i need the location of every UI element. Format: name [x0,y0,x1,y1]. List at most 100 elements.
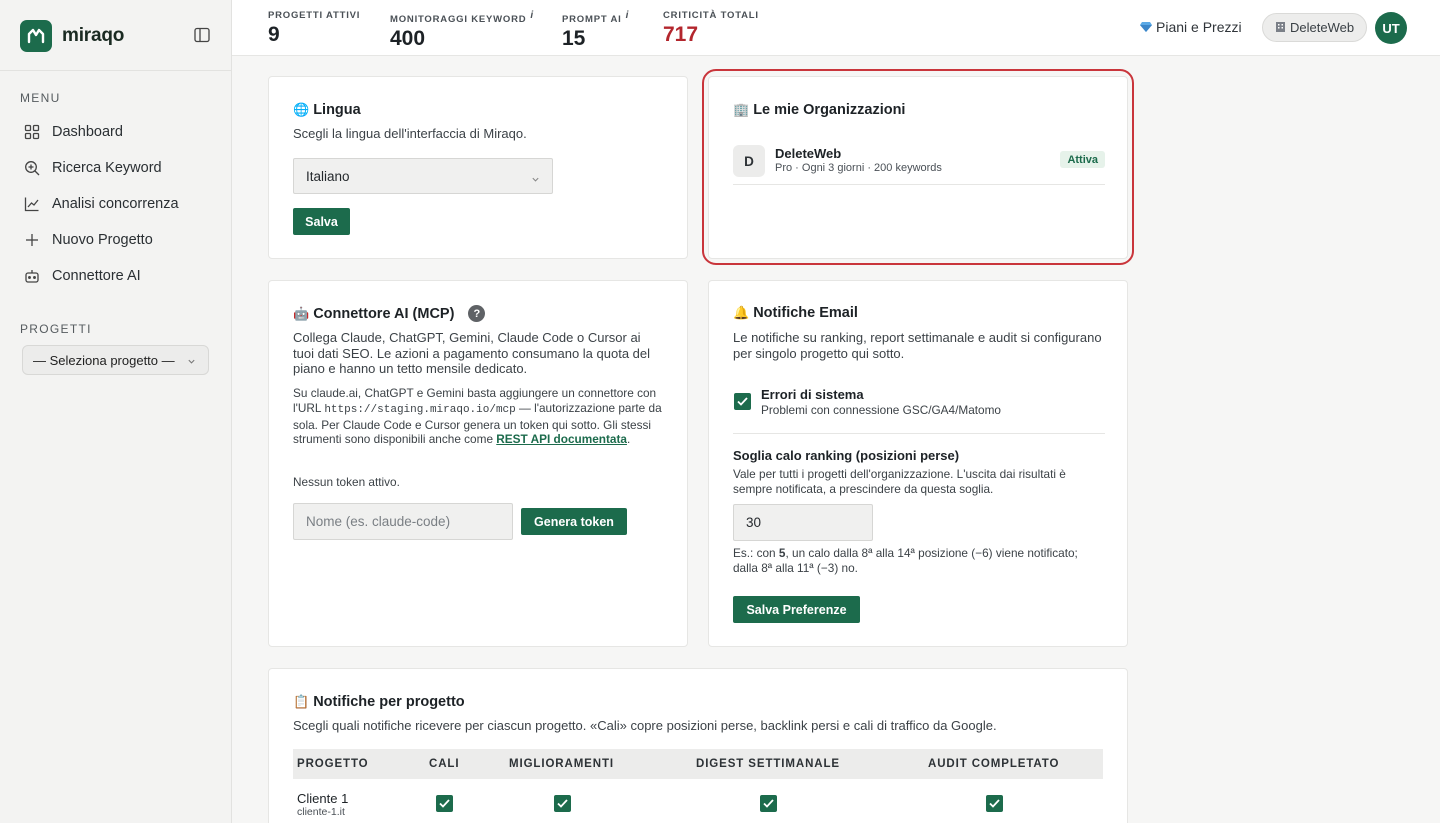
stat-value: 15 [562,27,586,51]
column-header: DIGEST SETTIMANALE [696,758,840,770]
org-avatar: D [733,145,765,177]
search-plus-icon [24,160,40,176]
sidebar-item-ricerca-keyword[interactable]: Ricerca Keyword [12,150,220,186]
table-row: Cliente 1 cliente-1.it [293,779,1103,823]
status-badge: Attiva [1060,151,1105,168]
stat-label: PROMPT AI i [562,10,630,26]
email-notifications-card: 🔔 Notifiche Email Le notifiche su rankin… [708,280,1128,647]
chevron-down-icon [531,172,540,187]
mcp-card-note: Su claude.ai, ChatGPT e Gemini basta agg… [293,386,662,447]
stat-label: MONITORAGGI KEYWORD i [390,10,535,26]
system-errors-title: Errori di sistema [761,387,864,402]
project-notifications-card: 📋 Notifiche per progetto Scegli quali no… [268,668,1128,823]
chevron-down-icon [187,354,196,369]
org-meta: Pro · Ogni 3 giorni · 200 keywords [775,162,942,174]
org-name: DeleteWeb [775,146,842,161]
digest-checkbox[interactable] [760,795,777,812]
project-name: Cliente 1 [297,791,349,806]
stat-total-issues: CRITICITÀ TOTALI 717 [663,10,759,47]
no-token-text: Nessun token attivo. [293,475,400,489]
top-bar: PROGETTI ATTIVI 9 MONITORAGGI KEYWORD i 4… [232,0,1440,56]
sidebar-item-analisi-concorrenza[interactable]: Analisi concorrenza [12,186,220,222]
brand-name: miraqo [62,25,125,46]
stat-value: 717 [663,23,699,46]
sidebar-item-label: Analisi concorrenza [52,196,179,212]
save-preferences-button[interactable]: Salva Preferenze [733,596,860,623]
organizations-card-title: 🏢 Le mie Organizzazioni [733,102,906,118]
sidebar-item-connettore-ai[interactable]: Connettore AI [12,258,220,294]
cali-checkbox[interactable] [436,795,453,812]
save-language-button[interactable]: Salva [293,208,350,235]
language-card: 🌐 Lingua Scegli la lingua dell'interfacc… [268,76,688,259]
clipboard-icon: 📋 [293,694,310,709]
check-icon [737,397,748,406]
table-header: PROGETTO CALI MIGLIORAMENTI DIGEST SETTI… [293,749,1103,779]
grid-icon [24,124,40,140]
stat-value: 9 [268,23,280,46]
threshold-desc: Vale per tutti i progetti dell'organizza… [733,467,1066,496]
stat-ai-prompts: PROMPT AI i 15 [562,10,629,51]
sidebar: miraqo MENU Dashboard Ricerca Keyword An… [0,0,232,823]
check-icon [557,799,568,808]
sidebar-toggle-icon[interactable] [193,26,211,44]
org-switcher-label: DeleteWeb [1290,20,1355,35]
rest-api-link[interactable]: REST API documentata [496,432,627,446]
mcp-card: 🤖 Connettore AI (MCP) ? Collega Claude, … [268,280,688,647]
sidebar-item-label: Nuovo Progetto [52,232,153,248]
column-header: PROGETTO [297,758,369,770]
organization-row[interactable]: D DeleteWeb Pro · Ogni 3 giorni · 200 ke… [733,145,1105,185]
avatar[interactable]: UT [1375,12,1407,44]
robot-icon [24,268,40,284]
line-chart-icon [24,196,40,212]
project-domain: cliente-1.it [297,806,345,818]
sidebar-item-dashboard[interactable]: Dashboard [12,114,220,150]
language-select[interactable]: Italiano [293,158,553,194]
org-switcher[interactable]: DeleteWeb [1262,13,1368,42]
system-errors-checkbox[interactable] [734,393,751,410]
plans-pricing-link[interactable]: Piani e Prezzi [1140,19,1242,35]
check-icon [439,799,450,808]
check-icon [989,799,1000,808]
stat-active-projects: PROGETTI ATTIVI 9 [268,10,360,47]
menu-section-label: MENU [20,91,61,105]
threshold-input[interactable] [733,504,873,541]
generate-token-button[interactable]: Genera token [521,508,627,535]
threshold-title: Soglia calo ranking (posizioni perse) [733,448,960,463]
plus-icon [24,232,40,248]
building-icon: 🏢 [733,102,750,117]
sidebar-item-label: Connettore AI [52,268,141,284]
building-icon [1275,20,1286,35]
robot-icon: 🤖 [293,305,310,321]
divider [733,433,1105,434]
sidebar-item-nuovo-progetto[interactable]: Nuovo Progetto [12,222,220,258]
column-header: MIGLIORAMENTI [509,758,614,770]
language-select-value: Italiano [306,168,350,184]
audit-checkbox[interactable] [986,795,1003,812]
column-header: AUDIT COMPLETATO [928,758,1060,770]
bell-icon: 🔔 [733,305,750,320]
main-nav: Dashboard Ricerca Keyword Analisi concor… [12,114,220,294]
email-card-desc: Le notifiche su ranking, report settiman… [733,330,1102,361]
info-icon[interactable]: i [530,10,534,21]
diamond-icon [1140,19,1152,35]
miglioramenti-checkbox[interactable] [554,795,571,812]
token-name-input[interactable] [293,503,513,540]
stat-keyword-monitoring: MONITORAGGI KEYWORD i 400 [390,10,534,51]
threshold-example: Es.: con 5, un calo dalla 8ª alla 14ª po… [733,546,1078,575]
language-card-title: 🌐 Lingua [293,102,361,118]
column-header: CALI [429,758,460,770]
project-select[interactable]: — Seleziona progetto — [22,345,209,375]
globe-icon: 🌐 [293,102,310,117]
project-select-value: — Seleziona progetto — [33,352,175,368]
info-icon[interactable]: i [626,10,630,21]
projects-section-label: PROGETTI [20,322,92,336]
stat-value: 400 [390,27,426,51]
brand[interactable]: miraqo [20,20,124,52]
plans-pricing-label: Piani e Prezzi [1156,19,1242,35]
language-card-desc: Scegli la lingua dell'interfaccia di Mir… [293,126,527,141]
project-notifications-desc: Scegli quali notifiche ricevere per cias… [293,718,997,733]
mcp-card-title: 🤖 Connettore AI (MCP) ? [293,305,486,322]
help-icon[interactable]: ? [468,305,486,322]
project-notifications-title: 📋 Notifiche per progetto [293,694,465,710]
mcp-card-desc: Collega Claude, ChatGPT, Gemini, Claude … [293,330,651,376]
